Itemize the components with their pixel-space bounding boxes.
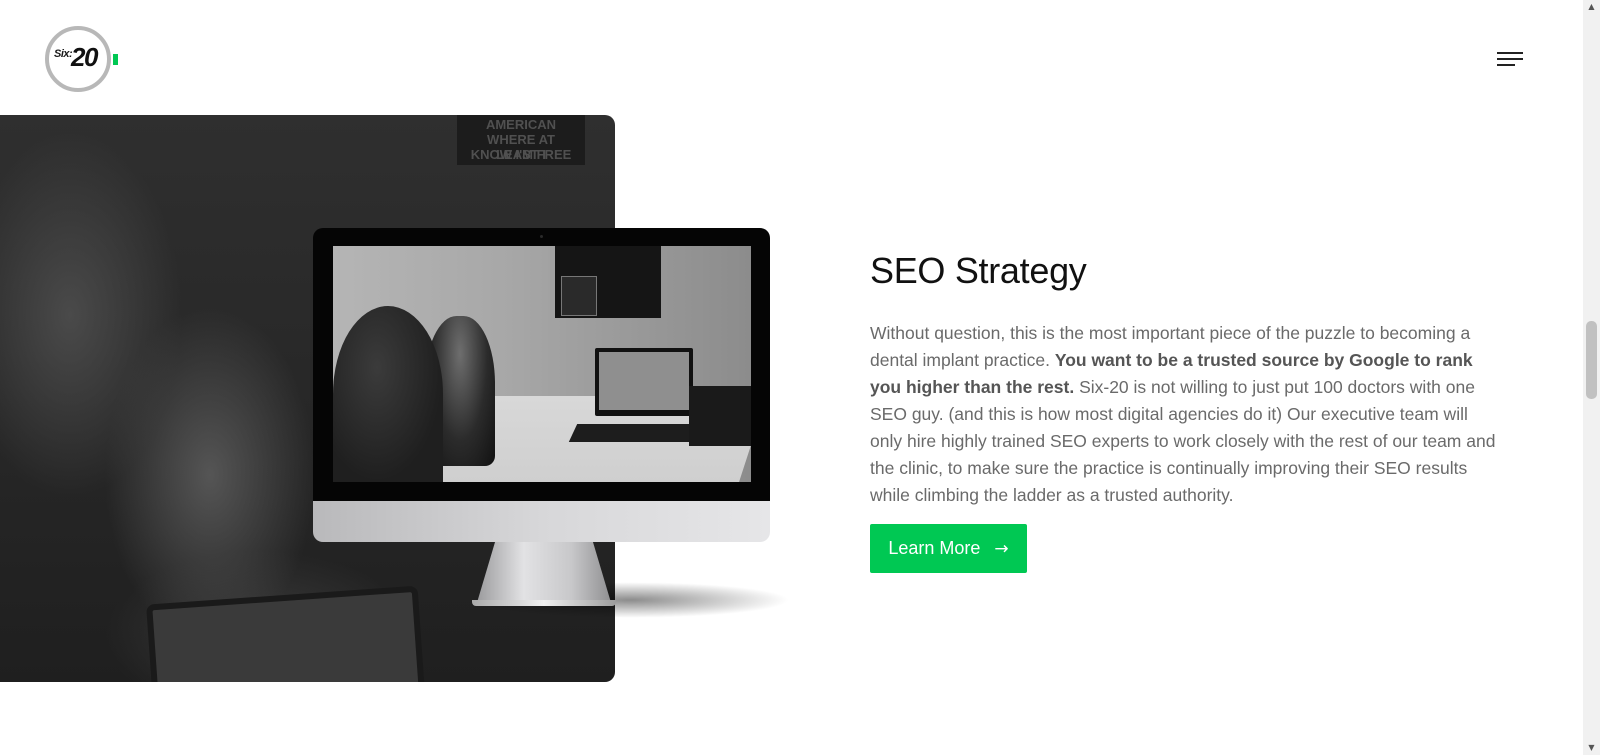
logo-six-text: Six: xyxy=(54,48,73,60)
monitor-stand xyxy=(476,542,612,606)
screen-person xyxy=(333,306,443,482)
screen-phone xyxy=(689,386,751,446)
section-title: SEO Strategy xyxy=(870,250,1087,291)
screen-computer-display xyxy=(599,352,689,410)
scrollbar-thumb[interactable] xyxy=(1586,321,1597,399)
hamburger-line xyxy=(1497,52,1523,54)
page: Six: 20 AMERICAN WHERE AT LEAST I KNOW I… xyxy=(0,0,1600,755)
tablet-device xyxy=(146,585,426,682)
hamburger-line xyxy=(1497,64,1515,66)
logo-green-bar xyxy=(113,54,118,65)
section-description: Without question, this is the most impor… xyxy=(870,320,1500,509)
logo-twenty-text: 20 xyxy=(71,42,98,72)
screen-computer xyxy=(595,348,693,416)
screen-frame xyxy=(561,276,597,316)
monitor-chin xyxy=(313,501,770,542)
seo-strategy-section: SEO Strategy Without question, this is t… xyxy=(870,250,1500,509)
screen-keyboard xyxy=(568,424,708,442)
arrow-right-icon: → xyxy=(994,538,1009,559)
poster-line: AMERICAN xyxy=(485,117,557,132)
learn-more-label: Learn More xyxy=(888,538,981,558)
poster-line: KNOW I'M FREE xyxy=(470,147,572,162)
scroll-up-arrow-icon[interactable]: ▲ xyxy=(1583,0,1600,14)
vertical-scrollbar[interactable]: ▲ ▼ xyxy=(1583,0,1600,755)
scroll-down-arrow-icon[interactable]: ▼ xyxy=(1583,741,1600,755)
monitor-bezel xyxy=(313,228,770,501)
monitor-mockup xyxy=(313,228,770,542)
wall-poster: AMERICAN WHERE AT LEAST I KNOW I'M FREE xyxy=(457,115,585,165)
monitor-foot xyxy=(472,600,616,606)
learn-more-button[interactable]: Learn More → xyxy=(870,524,1027,573)
hamburger-line xyxy=(1497,58,1523,60)
monitor-screen-image xyxy=(333,246,751,482)
site-logo[interactable]: Six: 20 xyxy=(45,26,121,92)
monitor-camera xyxy=(540,235,543,238)
hamburger-menu-icon[interactable] xyxy=(1497,52,1523,68)
